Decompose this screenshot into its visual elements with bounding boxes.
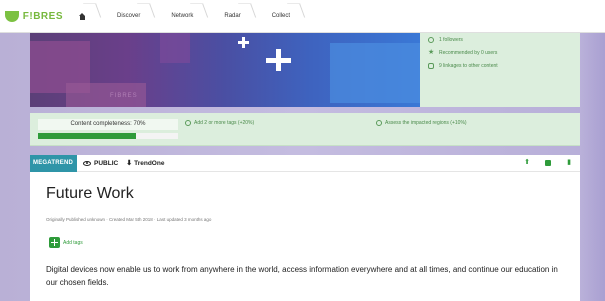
completeness-meter: Content completeness: 70% (38, 119, 178, 141)
visibility[interactable]: PUBLIC (83, 160, 118, 167)
author[interactable]: ⬇ TrendOne (126, 159, 165, 168)
nav-radar-label: Radar (224, 13, 241, 19)
publish-meta: Originally Published unknown · Created M… (46, 217, 212, 222)
card-header-bar: MEGATREND PUBLIC ⬇ TrendOne ⬆ ▮ (30, 154, 580, 172)
star-icon: ★ (428, 48, 435, 56)
completeness-fill (38, 133, 136, 139)
nav-discover[interactable]: Discover (101, 0, 155, 33)
stat-linkages-text: 9 linkages to other content (439, 62, 498, 69)
save-icon[interactable] (545, 159, 551, 167)
tip-assess-regions-text: Assess the impacted regions (+10%) (385, 120, 467, 126)
tip-add-tags[interactable]: Add 2 or more tags (+20%) (185, 120, 254, 126)
stat-followers[interactable]: 1 followers (420, 33, 580, 46)
nav-radar[interactable]: Radar (208, 0, 255, 33)
download-icon: ⬇ (126, 160, 133, 167)
top-nav: F!BRES Discover Network Radar Collect (0, 0, 605, 33)
tip-add-tags-text: Add 2 or more tags (+20%) (194, 120, 255, 126)
completeness-track (38, 133, 178, 139)
tip-assess-regions[interactable]: Assess the impacted regions (+10%) (376, 120, 467, 126)
hero-plus-icon (266, 58, 291, 63)
hero-shape (160, 33, 190, 63)
completeness-label: Content completeness: 70% (38, 119, 178, 130)
plus-circle-icon (185, 120, 191, 126)
type-badge: MEGATREND (30, 154, 78, 172)
plus-circle-icon (376, 120, 382, 126)
hero-image: FIBRES (30, 33, 420, 107)
page-title: Future Work (46, 185, 134, 202)
hero-shape (330, 43, 420, 103)
hero-small-plus-icon (238, 41, 249, 44)
add-tags-button[interactable]: Add tags (49, 237, 83, 248)
side-decoration (580, 33, 605, 301)
fibres-logo[interactable]: F!BRES (5, 10, 63, 22)
eye-icon (83, 160, 92, 166)
description: Digital devices now enable us to work fr… (46, 265, 558, 287)
visibility-label: PUBLIC (94, 159, 119, 167)
plus-icon (49, 237, 60, 248)
nav-discover-label: Discover (117, 13, 141, 19)
nav-collect-label: Collect (271, 13, 291, 19)
stat-recommended[interactable]: ★ Recommended by 0 users (420, 46, 580, 59)
export-icon[interactable]: ⬆ (524, 159, 530, 167)
nav-network-label: Network (171, 13, 194, 19)
bookmark-icon[interactable]: ▮ (566, 159, 572, 167)
card-actions: ⬆ ▮ (509, 159, 572, 167)
nav-collect[interactable]: Collect (256, 0, 305, 33)
save-box (545, 160, 551, 166)
logo-mark-icon (5, 10, 19, 22)
completeness-panel: Content completeness: 70% Add 2 or more … (30, 113, 580, 146)
people-icon (428, 36, 434, 43)
stat-recommended-text: Recommended by 0 users (439, 49, 498, 56)
stats-panel: 1 followers ★ Recommended by 0 users 9 l… (420, 33, 580, 107)
nav-network[interactable]: Network (155, 0, 208, 33)
logo-text: F!BRES (22, 10, 63, 22)
author-label: TrendOne (134, 159, 165, 167)
stat-followers-text: 1 followers (439, 36, 463, 43)
stat-linkages[interactable]: 9 linkages to other content (420, 59, 580, 72)
content-card: MEGATREND PUBLIC ⬇ TrendOne ⬆ ▮ Future W… (30, 154, 580, 301)
home-crumb[interactable] (63, 0, 101, 33)
hero-watermark: FIBRES (110, 93, 138, 99)
link-icon (428, 62, 434, 69)
add-tags-label: Add tags (63, 239, 83, 246)
home-icon (79, 12, 86, 20)
